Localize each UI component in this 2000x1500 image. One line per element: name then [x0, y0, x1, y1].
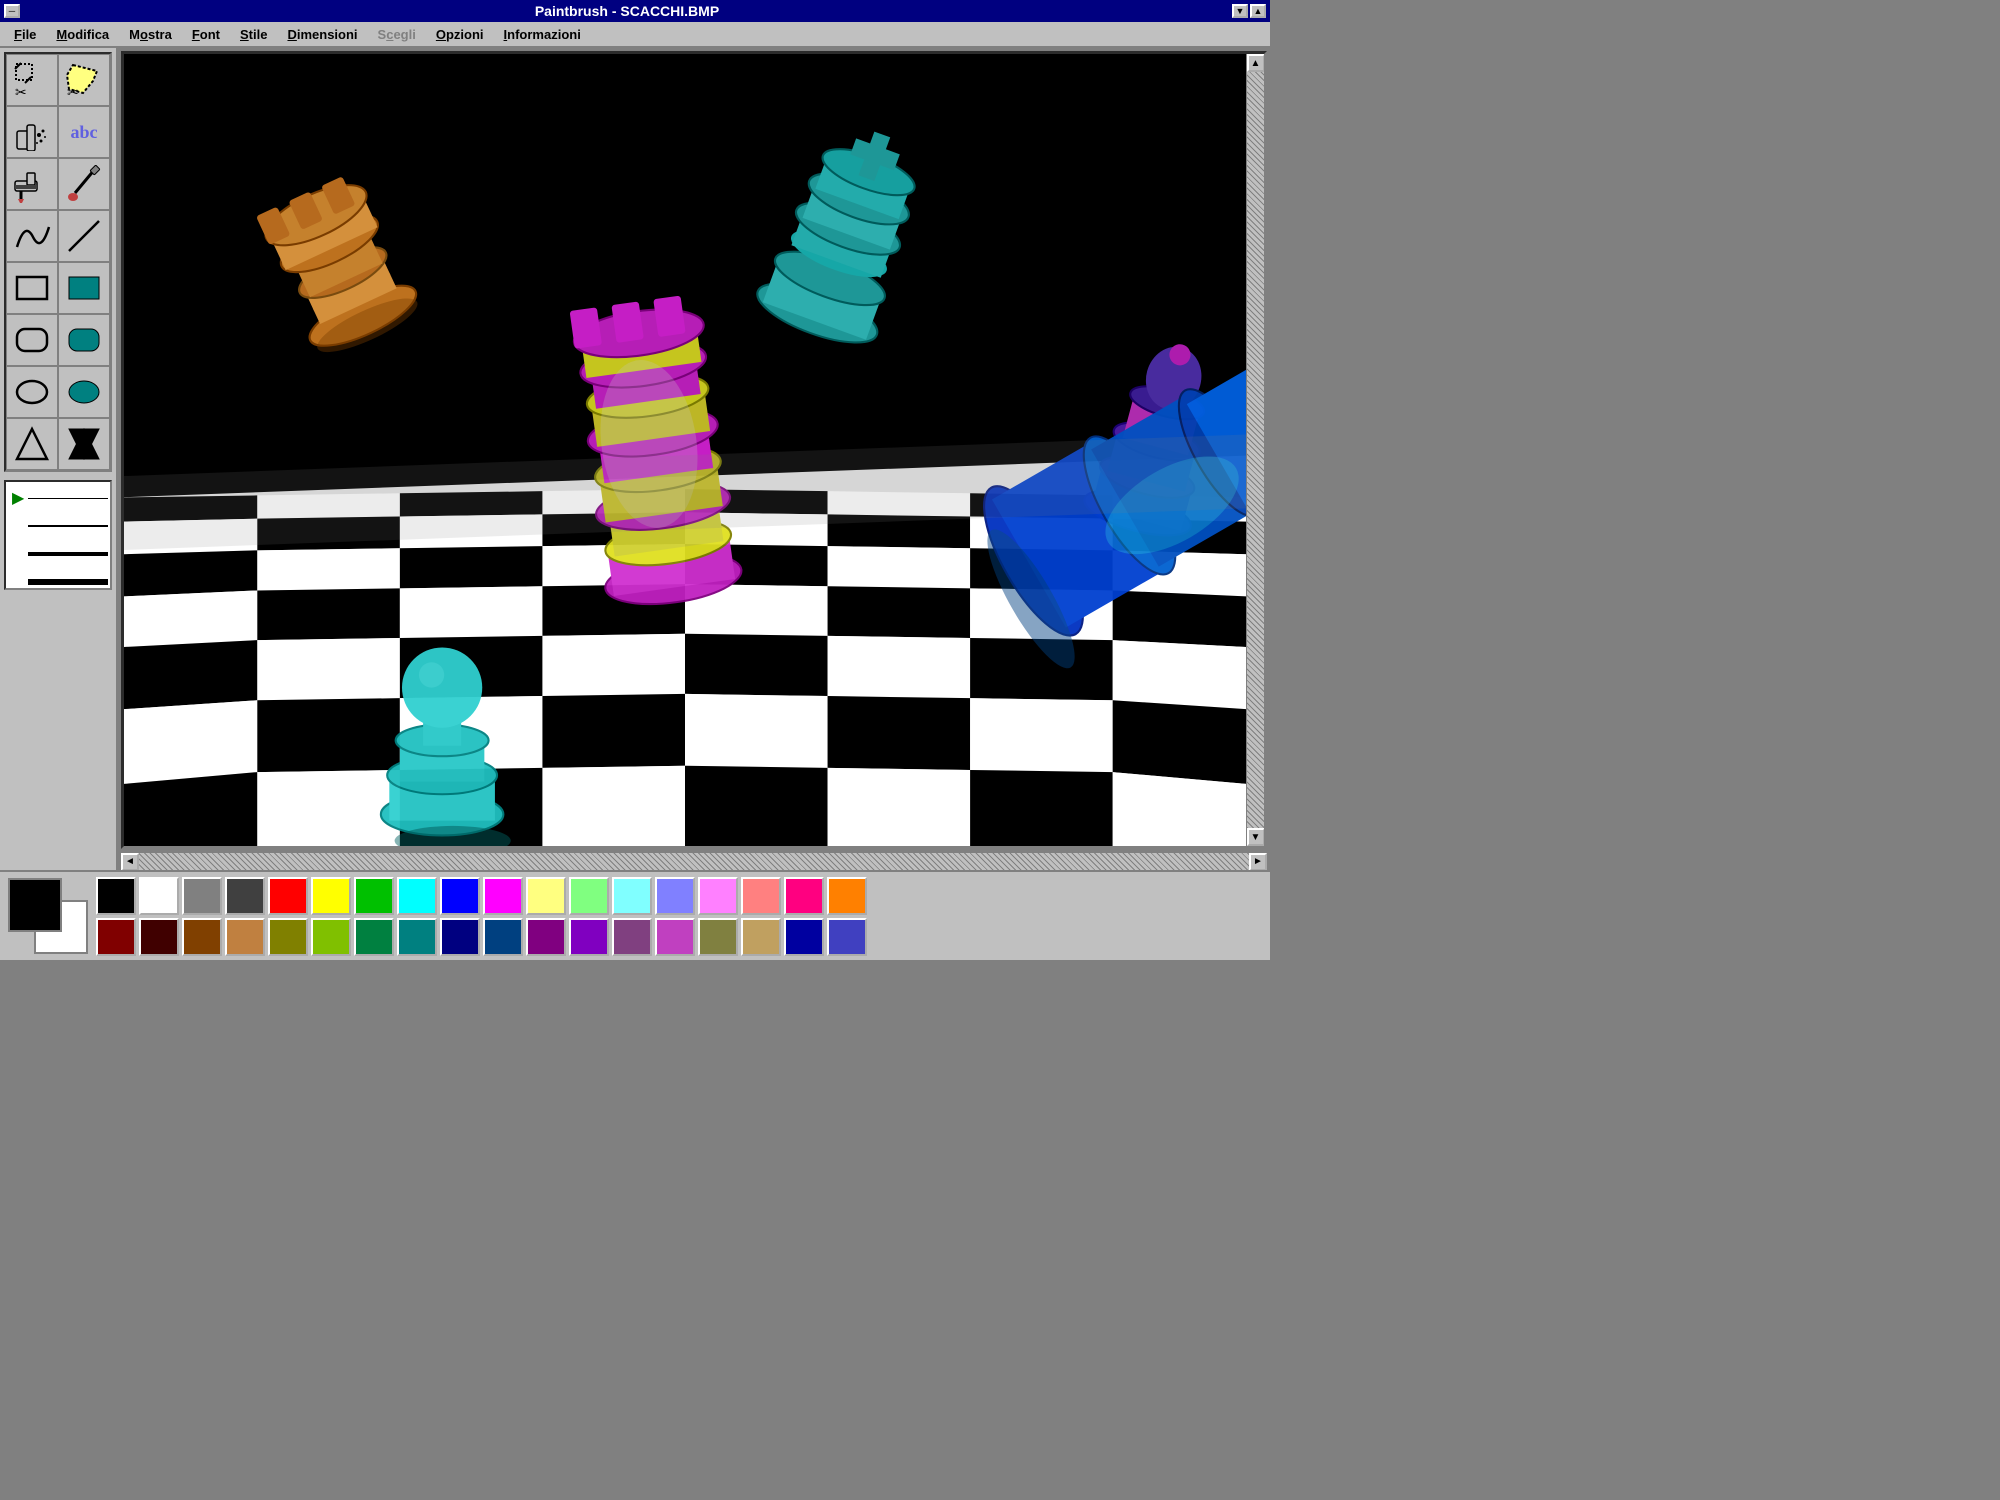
scroll-left-btn[interactable]: ◄ [121, 853, 139, 871]
swatch-tan[interactable] [225, 918, 265, 956]
menu-modifica[interactable]: Modifica [46, 24, 119, 45]
swatch-yellowgreen[interactable] [311, 918, 351, 956]
svg-text:✂: ✂ [15, 84, 27, 99]
title-min-btn[interactable]: ▼ [1232, 4, 1248, 18]
tool-polygon-filled[interactable] [58, 418, 110, 470]
tool-roller[interactable] [6, 158, 58, 210]
tool-curve[interactable] [6, 210, 58, 262]
size-option-1[interactable]: ▶ [12, 488, 108, 508]
swatch-darkteal[interactable] [354, 918, 394, 956]
tool-rect-outline[interactable] [6, 262, 58, 314]
palette-area [0, 870, 1270, 960]
menu-opzioni[interactable]: Opzioni [426, 24, 494, 45]
size-arrow-3-icon: ▶ [12, 544, 24, 564]
swatch-lightgreen[interactable] [569, 877, 609, 915]
swatch-khaki[interactable] [698, 918, 738, 956]
canvas-area: ▲ ▼ ◄ ► [118, 48, 1270, 870]
title-ctrl-btn[interactable]: ─ [4, 4, 20, 18]
swatch-hotpink[interactable] [784, 877, 824, 915]
scrollbar-horizontal: ◄ ► [121, 852, 1267, 870]
swatch-periwinkle[interactable] [827, 918, 867, 956]
tools-grid: ✂ ✂ [4, 52, 112, 472]
swatch-cyan[interactable] [397, 877, 437, 915]
swatch-darkblue[interactable] [483, 918, 523, 956]
swatch-yellow[interactable] [311, 877, 351, 915]
scroll-down-btn[interactable]: ▼ [1247, 828, 1265, 846]
swatch-olive[interactable] [268, 918, 308, 956]
swatch-navy[interactable] [440, 918, 480, 956]
swatch-lightyellow[interactable] [526, 877, 566, 915]
chess-scene [124, 54, 1246, 846]
swatch-lightblue[interactable] [655, 877, 695, 915]
tool-line[interactable] [58, 210, 110, 262]
size-arrow-4-icon: ▶ [12, 572, 24, 592]
size-arrow-2-icon: ▶ [12, 516, 24, 536]
palette-row-2 [96, 918, 1262, 956]
swatch-lightred[interactable] [741, 877, 781, 915]
swatch-white[interactable] [139, 877, 179, 915]
tool-select-rect[interactable]: ✂ [6, 54, 58, 106]
swatch-blue[interactable] [440, 877, 480, 915]
palette-row-1 [96, 877, 1262, 915]
swatch-black[interactable] [96, 877, 136, 915]
tool-ellipse-filled[interactable] [58, 366, 110, 418]
scroll-track-h[interactable] [139, 853, 1249, 871]
size-option-3[interactable]: ▶ [12, 544, 108, 564]
swatch-cobalt[interactable] [784, 918, 824, 956]
size-arrow-icon: ▶ [12, 488, 24, 508]
tool-text[interactable]: abc [58, 106, 110, 158]
svg-text:✂: ✂ [67, 84, 79, 99]
title-max-btn[interactable]: ▲ [1250, 4, 1266, 18]
scrollbar-vertical: ▲ ▼ [1246, 54, 1264, 846]
menu-file[interactable]: File [4, 24, 46, 45]
swatch-magenta[interactable] [483, 877, 523, 915]
tool-ellipse-outline[interactable] [6, 366, 58, 418]
swatch-mauve[interactable] [655, 918, 695, 956]
menu-bar: File Modifica Mostra Font Stile Dimensio… [0, 22, 1270, 48]
swatch-brown[interactable] [182, 918, 222, 956]
foreground-color-box[interactable] [8, 878, 62, 932]
scroll-right-btn[interactable]: ► [1249, 853, 1267, 871]
swatch-violet[interactable] [569, 918, 609, 956]
current-colors [8, 878, 88, 954]
swatch-lightcyan[interactable] [612, 877, 652, 915]
main-layout: ✂ ✂ [0, 48, 1270, 870]
menu-scegli: Scegli [368, 24, 426, 45]
size-selector: ▶ ▶ ▶ ▶ [4, 480, 112, 590]
tool-rounded-outline[interactable] [6, 314, 58, 366]
swatch-peach[interactable] [741, 918, 781, 956]
swatch-plum[interactable] [612, 918, 652, 956]
menu-informazioni[interactable]: Informazioni [494, 24, 591, 45]
menu-dimensioni[interactable]: Dimensioni [277, 24, 367, 45]
scroll-up-btn[interactable]: ▲ [1247, 54, 1265, 72]
scroll-track-v[interactable] [1247, 72, 1265, 828]
swatch-lightpink[interactable] [698, 877, 738, 915]
menu-font[interactable]: Font [182, 24, 230, 45]
size-option-2[interactable]: ▶ [12, 516, 108, 536]
size-option-4[interactable]: ▶ [12, 572, 108, 592]
canvas-wrapper[interactable]: ▲ ▼ [121, 51, 1267, 849]
tool-brush[interactable] [58, 158, 110, 210]
swatch-darkgray[interactable] [225, 877, 265, 915]
swatch-red[interactable] [268, 877, 308, 915]
tool-select-free[interactable]: ✂ [58, 54, 110, 106]
title-text: Paintbrush - SCACCHI.BMP [22, 0, 1232, 22]
swatch-gray[interactable] [182, 877, 222, 915]
swatch-teal[interactable] [397, 918, 437, 956]
swatch-darkmaroon[interactable] [139, 918, 179, 956]
swatch-green[interactable] [354, 877, 394, 915]
tool-rect-filled[interactable] [58, 262, 110, 314]
menu-mostra[interactable]: Mostra [119, 24, 182, 45]
swatch-darkred[interactable] [96, 918, 136, 956]
menu-stile[interactable]: Stile [230, 24, 277, 45]
swatch-purple[interactable] [526, 918, 566, 956]
title-bar: ─ Paintbrush - SCACCHI.BMP ▼ ▲ [0, 0, 1270, 22]
tool-polygon-outline[interactable] [6, 418, 58, 470]
swatch-orange[interactable] [827, 877, 867, 915]
tool-spray[interactable] [6, 106, 58, 158]
palette-colors [96, 877, 1262, 956]
toolbox: ✂ ✂ [0, 48, 118, 870]
tool-rounded-filled[interactable] [58, 314, 110, 366]
